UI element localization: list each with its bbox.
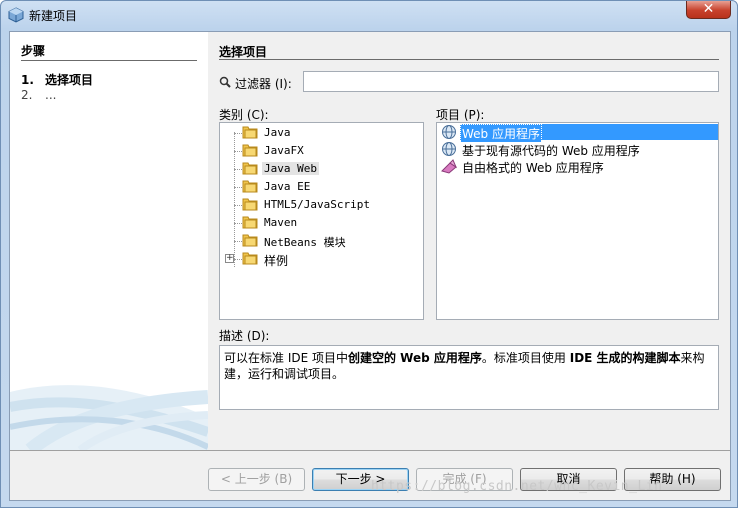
categories-label: 类别 (C): [219, 108, 269, 122]
project-item-label: 自由格式的 Web 应用程序 [462, 161, 604, 175]
button-bar-divider [10, 450, 730, 451]
tree-connector [234, 187, 242, 188]
window-title: 新建项目 [29, 9, 78, 23]
tree-item-label: Java [264, 126, 291, 139]
decorative-swoosh-graphic [10, 385, 208, 450]
project-item-freeform-web-app[interactable]: 自由格式的 Web 应用程序 [438, 158, 718, 175]
tree-item-maven[interactable]: Maven [220, 214, 420, 232]
new-project-dialog: 新建项目 ✕ 步骤 1. 选择项目 2.... 选择项目 过滤器 (I): 类别… [0, 0, 738, 508]
tree-item-samples[interactable]: + 样例 [220, 250, 420, 268]
folder-icon [242, 144, 258, 157]
tree-item-label: NetBeans 模块 [264, 236, 346, 249]
tree-item-label: Java EE [264, 180, 311, 193]
description-part: 。标准项目使用 [481, 351, 570, 365]
netbeans-cube-icon [8, 7, 24, 23]
close-button[interactable]: ✕ [686, 1, 731, 19]
tree-item-label: Java Web [262, 162, 319, 175]
back-button[interactable]: < 上一步 (B) [208, 468, 305, 491]
tree-connector [234, 169, 242, 170]
freeform-icon [441, 159, 457, 174]
step-item-1: 1. 选择项目 [21, 71, 93, 88]
title-bar[interactable]: 新建项目 ✕ [1, 1, 737, 29]
description-bold: 创建空的 Web 应用程序 [348, 351, 482, 365]
filter-label: 过滤器 (I): [219, 75, 292, 92]
tree-item-java-ee[interactable]: Java EE [220, 178, 420, 196]
tree-connector [234, 223, 242, 224]
watermark-text: https://blog.csdn.net/whc_Kevin_Lin [371, 479, 663, 494]
filter-label-text: 过滤器 (I): [235, 77, 292, 91]
tree-connector [234, 151, 242, 152]
description-label: 描述 (D): [219, 329, 270, 343]
project-item-label: Web 应用程序 [460, 124, 542, 143]
tree-connector [234, 259, 242, 260]
tree-item-html5[interactable]: HTML5/JavaScript [220, 196, 420, 214]
tree-item-javafx[interactable]: JavaFX [220, 142, 420, 160]
tree-connector [234, 205, 242, 206]
folder-icon [242, 234, 258, 247]
steps-title: 步骤 [21, 44, 46, 58]
project-item-web-app[interactable]: Web 应用程序 [438, 124, 718, 143]
folder-icon [242, 180, 258, 193]
tree-item-java[interactable]: Java [220, 124, 420, 142]
tree-item-label: JavaFX [264, 144, 304, 157]
tree-item-java-web[interactable]: Java Web [220, 160, 420, 178]
folder-icon [242, 198, 258, 211]
categories-tree[interactable]: Java JavaFX Java Web Java EE HTML5/JavaS… [219, 122, 424, 320]
tree-connector [234, 133, 242, 134]
step-label: ... [45, 88, 57, 102]
title-divider [219, 59, 719, 60]
step-number: 2. [21, 88, 33, 102]
folder-icon [242, 162, 258, 175]
globe-icon [442, 142, 456, 156]
projects-label: 项目 (P): [436, 108, 485, 122]
page-title: 选择项目 [219, 45, 268, 59]
search-icon [219, 76, 231, 88]
tree-item-label: Maven [264, 216, 298, 229]
tree-connector [234, 241, 242, 242]
project-item-label: 基于现有源代码的 Web 应用程序 [462, 144, 640, 158]
folder-icon [242, 216, 258, 229]
filter-input[interactable] [303, 71, 719, 92]
folder-icon [242, 126, 258, 139]
steps-divider [21, 60, 197, 61]
globe-icon [442, 125, 456, 139]
step-number: 1. [21, 73, 34, 87]
step-item-2: 2.... [21, 88, 56, 102]
projects-list[interactable]: Web 应用程序 基于现有源代码的 Web 应用程序 自由格式的 Web 应用程… [436, 122, 719, 320]
description-text: 可以在标准 IDE 项目中创建空的 Web 应用程序。标准项目使用 IDE 生成… [219, 345, 719, 410]
expand-toggle[interactable]: + [225, 254, 234, 263]
dialog-body: 步骤 1. 选择项目 2.... 选择项目 过滤器 (I): 类别 (C): 项… [9, 31, 731, 501]
project-item-web-app-existing-sources[interactable]: 基于现有源代码的 Web 应用程序 [438, 141, 718, 158]
tree-item-netbeans-modules[interactable]: NetBeans 模块 [220, 232, 420, 250]
steps-panel: 步骤 1. 选择项目 2.... [10, 32, 208, 450]
folder-icon [242, 252, 258, 265]
description-bold: IDE 生成的构建脚本 [569, 351, 681, 365]
tree-item-label: 样例 [264, 254, 289, 268]
step-label: 选择项目 [45, 73, 94, 87]
tree-item-label: HTML5/JavaScript [264, 198, 370, 211]
description-part: 可以在标准 IDE 项目中 [224, 351, 348, 365]
content-panel: 选择项目 过滤器 (I): 类别 (C): 项目 (P): Java JavaF… [208, 32, 730, 450]
